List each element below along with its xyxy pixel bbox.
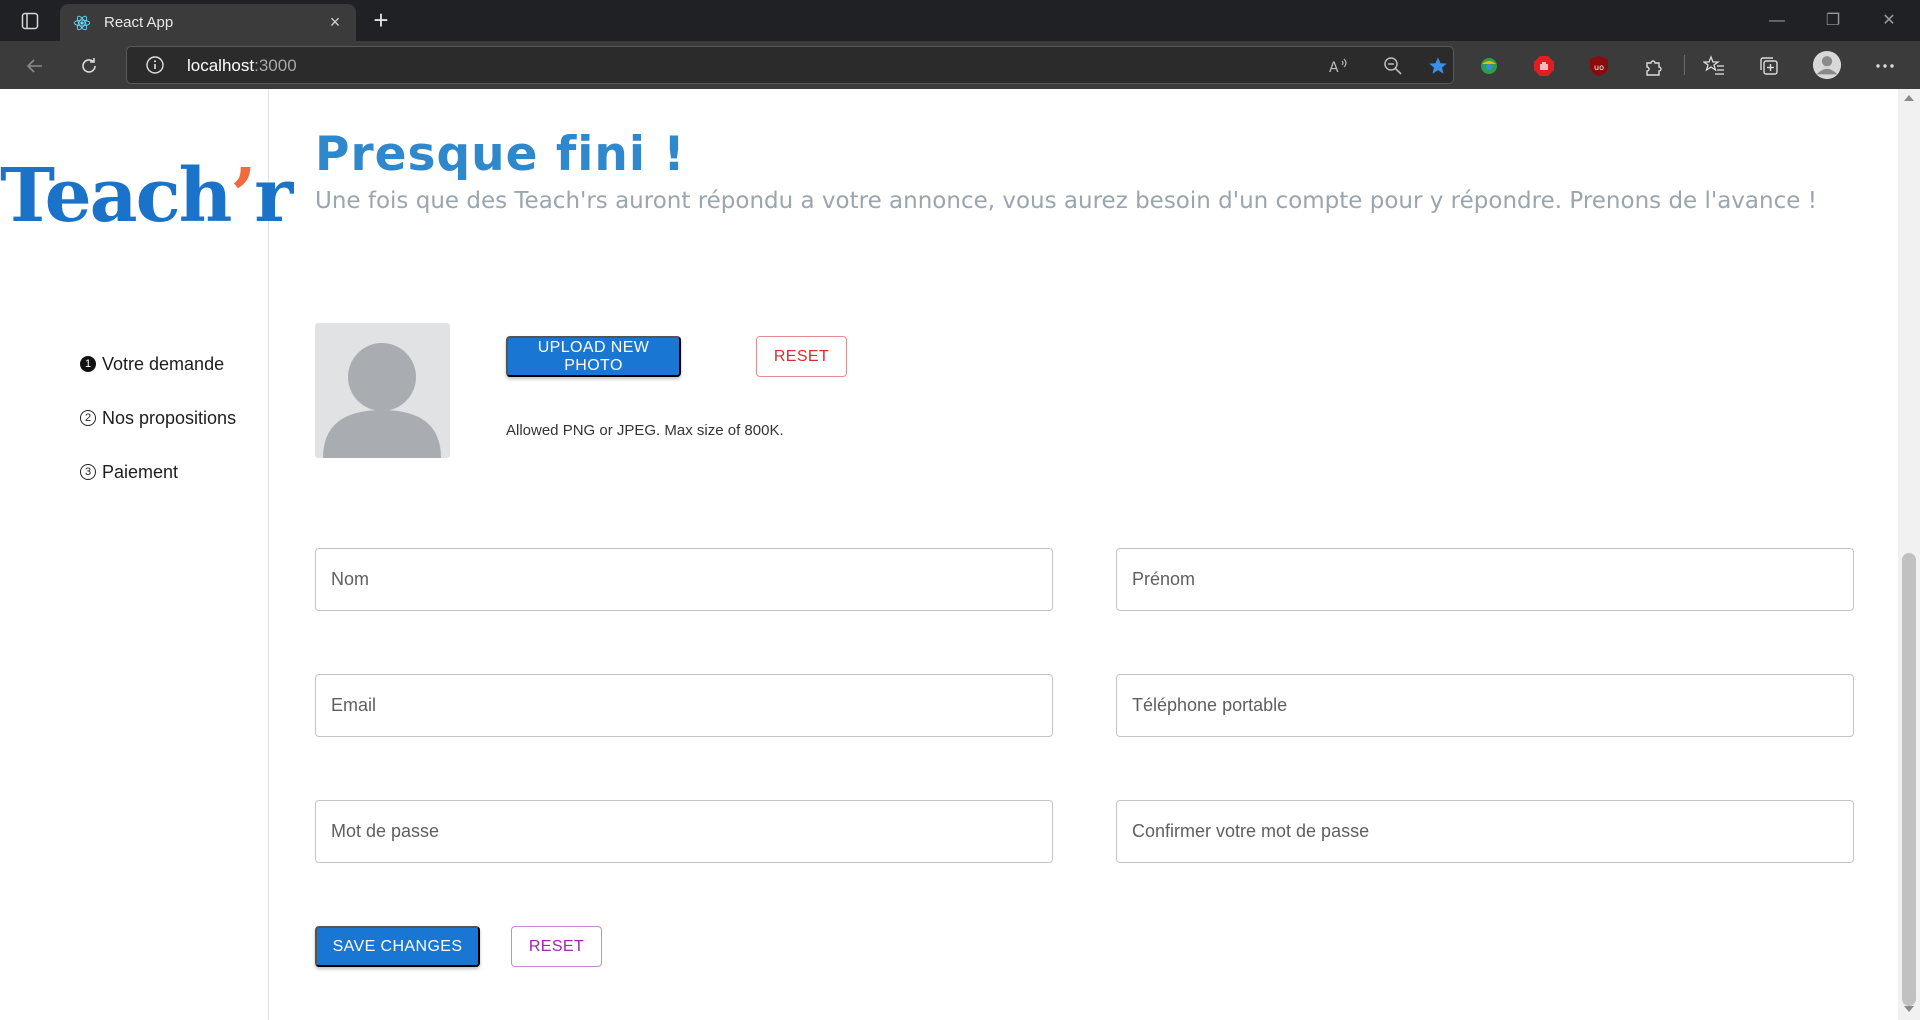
step-label: Nos propositions — [102, 407, 237, 428]
prenom-field[interactable] — [1116, 548, 1854, 611]
step-label: Paiement — [102, 461, 179, 482]
step-number-icon: 2 — [80, 410, 96, 426]
collections-icon[interactable] — [1756, 53, 1782, 79]
teachr-logo[interactable]: Teach’r — [0, 153, 293, 239]
svg-text:uo: uo — [1594, 63, 1604, 72]
password-confirm-input[interactable] — [1117, 801, 1853, 862]
browser-tab[interactable]: React App × — [60, 4, 356, 41]
main-content: Presque fini ! Une fois que des Teach'rs… — [315, 89, 1875, 1020]
sidebar: Teach’r 1 Votre demande 2 Nos propositio… — [0, 89, 293, 1020]
tab-actions-icon[interactable] — [12, 8, 48, 34]
favorites-icon[interactable] — [1701, 53, 1727, 79]
more-icon[interactable] — [1872, 53, 1898, 79]
profile-icon[interactable] — [1811, 49, 1843, 81]
user-silhouette-icon — [323, 343, 441, 458]
telephone-field[interactable] — [1116, 674, 1854, 737]
nom-field[interactable] — [315, 548, 1053, 611]
upload-photo-button[interactable]: Upload New Photo — [506, 336, 681, 377]
new-tab-button[interactable]: + — [366, 6, 396, 36]
react-favicon-icon — [72, 13, 92, 33]
tab-close-icon[interactable]: × — [326, 13, 344, 31]
reload-icon[interactable] — [72, 49, 106, 83]
address-url: localhost:3000 — [187, 56, 297, 75]
address-bar[interactable]: localhost:3000 A — [126, 46, 1454, 84]
reset-form-button[interactable]: Reset — [511, 926, 602, 967]
ublock-icon[interactable]: uo — [1586, 53, 1612, 79]
svg-text:A: A — [1329, 60, 1339, 76]
read-aloud-icon[interactable]: A — [1327, 55, 1349, 77]
page-scrollbar[interactable] — [1898, 89, 1920, 1020]
adblock-icon[interactable] — [1531, 53, 1557, 79]
page-title: Presque fini ! — [315, 127, 686, 182]
reset-photo-button[interactable]: Reset — [756, 336, 847, 377]
info-icon[interactable] — [145, 55, 165, 75]
email-field[interactable] — [315, 674, 1053, 737]
steps-nav: 1 Votre demande 2 Nos propositions 3 Pai… — [80, 337, 236, 499]
browser-titlebar: React App × + — ❐ ✕ — [0, 0, 1920, 41]
avatar-placeholder — [315, 323, 450, 458]
scroll-up-icon[interactable] — [1904, 95, 1914, 101]
close-window-icon[interactable]: ✕ — [1866, 4, 1912, 38]
save-changes-button[interactable]: Save Changes — [315, 926, 480, 967]
step-number-icon: 3 — [80, 464, 96, 480]
favorite-star-icon[interactable] — [1427, 55, 1449, 77]
telephone-input[interactable] — [1117, 675, 1853, 736]
page-subtitle: Une fois que des Teach'rs auront répondu… — [315, 188, 1817, 214]
email-input[interactable] — [316, 675, 1052, 736]
password-field[interactable] — [315, 800, 1053, 863]
back-icon[interactable] — [18, 49, 52, 83]
nom-input[interactable] — [316, 549, 1052, 610]
prenom-input[interactable] — [1117, 549, 1853, 610]
step-number-icon: 1 — [80, 356, 96, 372]
step-nos-propositions[interactable]: 2 Nos propositions — [80, 391, 236, 445]
extension-colorful-icon[interactable] — [1476, 53, 1502, 79]
restore-icon[interactable]: ❐ — [1810, 4, 1856, 38]
tab-title: React App — [104, 14, 174, 31]
toolbar-divider — [1684, 55, 1685, 75]
page-content: Teach’r 1 Votre demande 2 Nos propositio… — [0, 89, 1920, 1020]
scroll-down-icon[interactable] — [1904, 1006, 1914, 1012]
extensions-puzzle-icon[interactable] — [1641, 53, 1667, 79]
minimize-icon[interactable]: — — [1754, 4, 1800, 38]
step-label: Votre demande — [102, 353, 225, 374]
step-paiement[interactable]: 3 Paiement — [80, 445, 236, 499]
browser-toolbar: localhost:3000 A uo — [0, 41, 1920, 89]
password-confirm-field[interactable] — [1116, 800, 1854, 863]
step-votre-demande[interactable]: 1 Votre demande — [80, 337, 236, 391]
password-input[interactable] — [316, 801, 1052, 862]
zoom-out-icon[interactable] — [1382, 55, 1404, 77]
photo-hint: Allowed PNG or JPEG. Max size of 800K. — [506, 422, 784, 439]
scrollbar-thumb[interactable] — [1902, 553, 1916, 1006]
